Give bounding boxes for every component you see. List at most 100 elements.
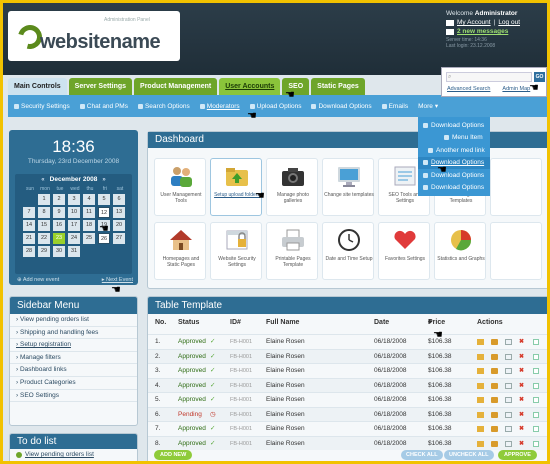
delete-icon[interactable]: ✖: [519, 408, 524, 418]
calendar-day[interactable]: 10: [68, 207, 80, 218]
delete-icon[interactable]: ✖: [519, 364, 524, 374]
sidebar-menu-item[interactable]: › SEO Settings: [10, 390, 137, 403]
row-checkbox[interactable]: [533, 440, 539, 447]
calendar-day[interactable]: 28: [23, 246, 35, 257]
folder-icon[interactable]: [477, 382, 484, 389]
calendar-prev-button[interactable]: «: [41, 177, 44, 183]
sidebar-menu-item[interactable]: › Shipping and handling fees: [10, 327, 137, 340]
lock-icon[interactable]: [491, 382, 498, 389]
subnav-download-options[interactable]: Download Options: [311, 103, 372, 110]
row-checkbox[interactable]: [533, 339, 539, 345]
delete-icon[interactable]: ✖: [519, 335, 524, 345]
calendar-day[interactable]: 31: [68, 246, 80, 257]
calendar-day[interactable]: 1: [38, 194, 50, 205]
dashboard-item[interactable]: Homepages and Static Pages: [154, 222, 206, 280]
tab-main-controls[interactable]: Main Controls: [8, 78, 67, 95]
subnav-emails[interactable]: Emails: [381, 103, 408, 110]
dashboard-item[interactable]: Statistics and Graphs: [434, 222, 486, 280]
my-account-link[interactable]: My Account: [457, 18, 491, 27]
sidebar-menu-item[interactable]: › Product Categories: [10, 377, 137, 390]
folder-icon[interactable]: [477, 426, 484, 432]
calendar-day[interactable]: 8: [38, 207, 50, 218]
sidebar-menu-item[interactable]: › Setup registration: [10, 339, 137, 352]
add-event-link[interactable]: ⊕ Add new event: [17, 277, 59, 283]
calendar-day[interactable]: 18: [83, 220, 95, 231]
calendar-day[interactable]: 23: [53, 233, 65, 244]
mail-icon[interactable]: [505, 339, 512, 345]
new-messages-link[interactable]: 2 new messages: [457, 27, 508, 36]
calendar-day[interactable]: 24: [68, 233, 80, 244]
subnav-security-settings[interactable]: Security Settings: [14, 103, 70, 110]
dashboard-item[interactable]: Setup upload folders: [210, 158, 262, 216]
folder-icon[interactable]: [477, 339, 484, 345]
mail-icon[interactable]: [505, 368, 512, 374]
search-input[interactable]: [446, 72, 532, 82]
row-checkbox[interactable]: [533, 368, 539, 374]
folder-icon[interactable]: [477, 440, 484, 447]
subnav-upload-options[interactable]: Upload Options: [249, 103, 301, 110]
folder-icon[interactable]: [477, 368, 484, 374]
sidebar-menu-item[interactable]: › View pending orders list: [10, 314, 137, 327]
delete-icon[interactable]: ✖: [519, 393, 524, 403]
row-checkbox[interactable]: [533, 426, 539, 432]
subnav-more[interactable]: More ▾: [418, 102, 438, 111]
mail-icon[interactable]: [505, 353, 512, 360]
tab-user-accounts[interactable]: User Accounts: [219, 78, 281, 95]
dashboard-item[interactable]: [490, 222, 542, 280]
delete-icon[interactable]: ✖: [519, 350, 524, 360]
tab-server-settings[interactable]: Server Settings: [68, 78, 133, 95]
calendar-day[interactable]: 6: [113, 194, 125, 205]
calendar-day[interactable]: 12: [98, 207, 110, 218]
dashboard-item[interactable]: Date and Time Setup: [322, 222, 374, 280]
lock-icon[interactable]: [491, 353, 498, 360]
dashboard-item[interactable]: Website Security Settings: [210, 222, 262, 280]
lock-icon[interactable]: [491, 339, 498, 345]
dropdown-item[interactable]: Download Options: [418, 182, 490, 195]
sidebar-menu-item[interactable]: › Dashboard links: [10, 364, 137, 377]
tab-static-pages[interactable]: Static Pages: [311, 78, 365, 95]
delete-icon[interactable]: ✖: [519, 379, 524, 389]
delete-icon[interactable]: ✖: [519, 437, 524, 447]
logout-link[interactable]: Log out: [498, 18, 520, 27]
lock-icon[interactable]: [491, 411, 498, 418]
calendar-day[interactable]: 16: [53, 220, 65, 231]
lock-icon[interactable]: [491, 440, 498, 447]
calendar-day[interactable]: 5: [98, 194, 110, 205]
todo-item[interactable]: View pending orders list: [10, 451, 137, 458]
lock-icon[interactable]: [491, 368, 498, 374]
tab-product-management[interactable]: Product Management: [134, 78, 218, 95]
folder-icon[interactable]: [477, 411, 484, 418]
advanced-search-link[interactable]: Advanced Search: [447, 86, 490, 92]
calendar-day[interactable]: 7: [23, 207, 35, 218]
dashboard-item[interactable]: Printable Pages Template: [266, 222, 318, 280]
mail-icon[interactable]: [505, 382, 512, 389]
mail-icon[interactable]: [505, 426, 512, 432]
calendar-day[interactable]: 30: [53, 246, 65, 257]
dropdown-item[interactable]: Another med link: [418, 144, 490, 157]
subnav-search-options[interactable]: Search Options: [137, 103, 190, 110]
folder-icon[interactable]: [477, 397, 484, 403]
calendar-day[interactable]: 17: [68, 220, 80, 231]
dropdown-item[interactable]: Download Options: [418, 169, 490, 182]
calendar-day[interactable]: 2: [53, 194, 65, 205]
dashboard-item[interactable]: Change site templates: [322, 158, 374, 216]
add-new-button[interactable]: ADD NEW: [154, 450, 193, 460]
dashboard-item[interactable]: User Management Tools: [154, 158, 206, 216]
dashboard-item[interactable]: [490, 158, 542, 216]
calendar-day[interactable]: 29: [38, 246, 50, 257]
calendar-day[interactable]: 20: [113, 220, 125, 231]
row-checkbox[interactable]: [533, 397, 539, 403]
folder-icon[interactable]: [477, 353, 484, 360]
lock-icon[interactable]: [491, 426, 498, 432]
row-checkbox[interactable]: [533, 411, 539, 418]
subnav-moderators[interactable]: Moderators: [199, 103, 240, 110]
calendar-day[interactable]: 4: [83, 194, 95, 205]
mail-icon[interactable]: [505, 411, 512, 418]
mail-icon[interactable]: [505, 397, 512, 403]
subnav-chat-pms[interactable]: Chat and PMs: [79, 103, 128, 110]
calendar-day[interactable]: 11: [83, 207, 95, 218]
approve-button[interactable]: APPROVE: [498, 450, 537, 460]
lock-icon[interactable]: [491, 397, 498, 403]
sidebar-menu-item[interactable]: › Manage filters: [10, 352, 137, 365]
dashboard-item[interactable]: Favorites Settings: [378, 222, 430, 280]
